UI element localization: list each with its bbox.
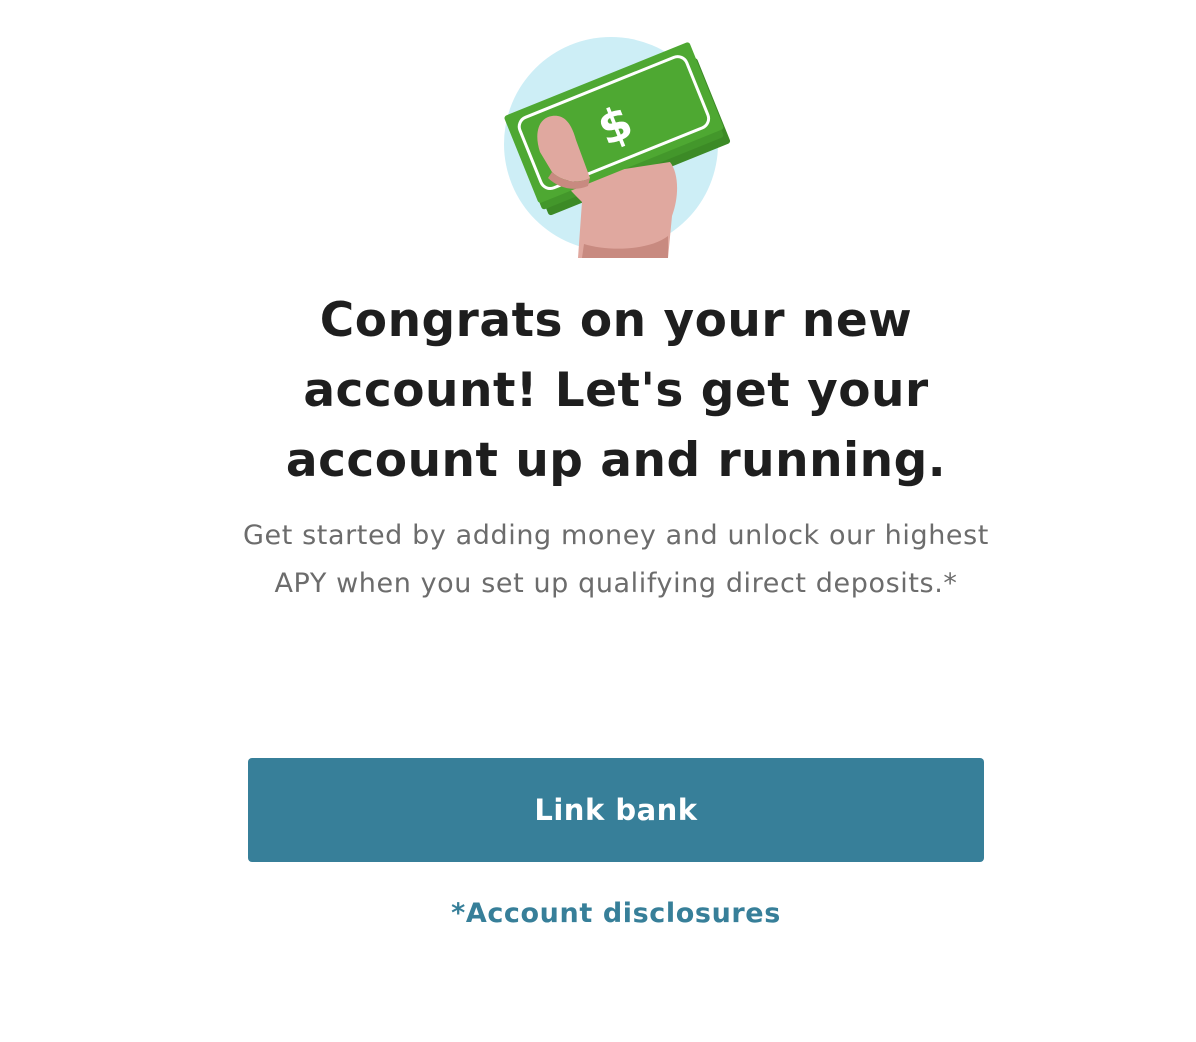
money-in-hand-icon: $ [500,22,736,258]
account-disclosures-link[interactable]: *Account disclosures [248,892,984,936]
page-description: Get started by adding money and unlock o… [242,520,989,599]
page-title: Congrats on your new account! Let's get … [285,293,947,488]
onboarding-page: $ Congrats on your new account! Let's ge… [0,0,1196,1042]
link-bank-button[interactable]: Link bank [248,758,984,862]
